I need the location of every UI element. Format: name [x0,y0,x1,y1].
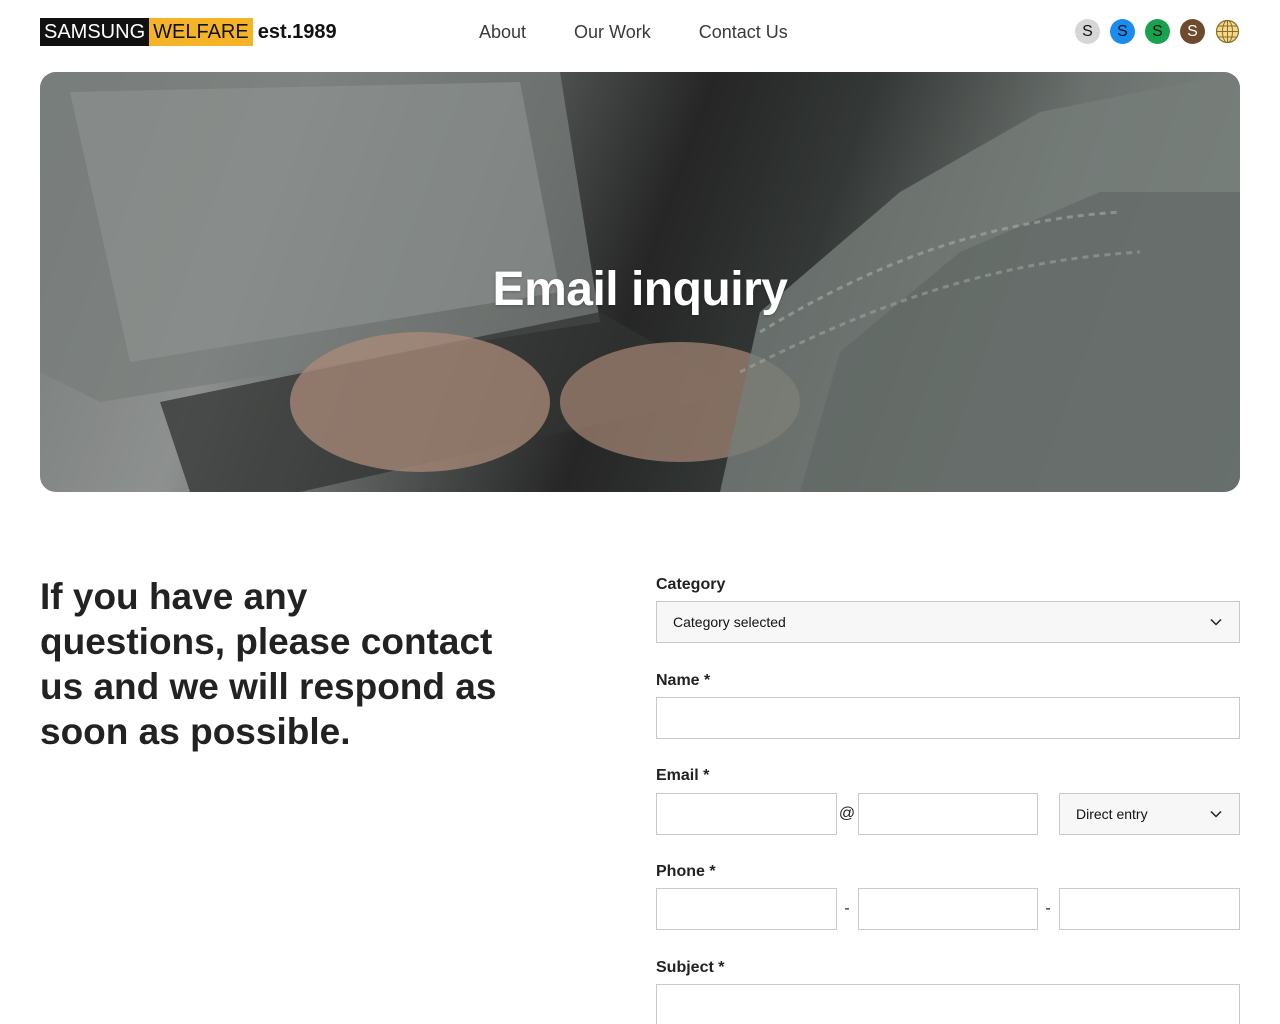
chevron-down-icon [1210,618,1222,626]
email-at-sign: @ [838,805,856,822]
social-label: S [1152,22,1163,40]
email-label: Email * [656,767,710,784]
phone-label: Phone * [656,863,716,880]
email-domain-select-value: Direct entry [1076,806,1148,822]
nav-our-work[interactable]: Our Work [574,20,651,44]
subject-label: Subject * [656,959,725,976]
phone-separator: - [1045,900,1051,917]
social-link-green[interactable]: S [1145,19,1170,44]
hero-banner: Email inquiry [40,72,1240,492]
main-nav: About Our Work Contact Us [479,20,836,44]
category-select[interactable]: Category selected [656,601,1240,643]
nav-about[interactable]: About [479,20,526,44]
site-logo[interactable]: SAMSUNG WELFARE est.1989 [40,18,337,46]
email-domain-select[interactable]: Direct entry [1059,793,1240,835]
name-input[interactable] [656,697,1240,739]
subject-input[interactable] [656,984,1240,1024]
logo-samsung: SAMSUNG [40,18,150,46]
category-label: Category [656,576,726,593]
intro-text: If you have any questions, please contac… [40,576,497,752]
phone-separator: - [844,900,850,917]
social-link-brown[interactable]: S [1180,19,1205,44]
social-links: S S S S [1075,19,1240,44]
social-link-gray[interactable]: S [1075,19,1100,44]
nav-contact-us[interactable]: Contact Us [699,20,788,44]
name-label: Name * [656,672,711,689]
logo-welfare: WELFARE [149,18,253,46]
social-label: S [1082,22,1093,40]
phone-part1-input[interactable] [656,888,837,930]
email-domain-input[interactable] [858,793,1038,835]
logo-est: est.1989 [257,21,337,43]
social-label: S [1117,22,1128,40]
category-select-value: Category selected [673,614,786,630]
site-header: SAMSUNG WELFARE est.1989 About Our Work … [40,0,1240,64]
social-label: S [1187,22,1198,40]
phone-part2-input[interactable] [858,888,1038,930]
email-local-input[interactable] [656,793,837,835]
social-link-blue[interactable]: S [1110,19,1135,44]
globe-icon[interactable] [1215,19,1240,44]
chevron-down-icon [1210,810,1222,818]
hero-title: Email inquiry [492,263,788,316]
phone-part3-input[interactable] [1059,888,1240,930]
